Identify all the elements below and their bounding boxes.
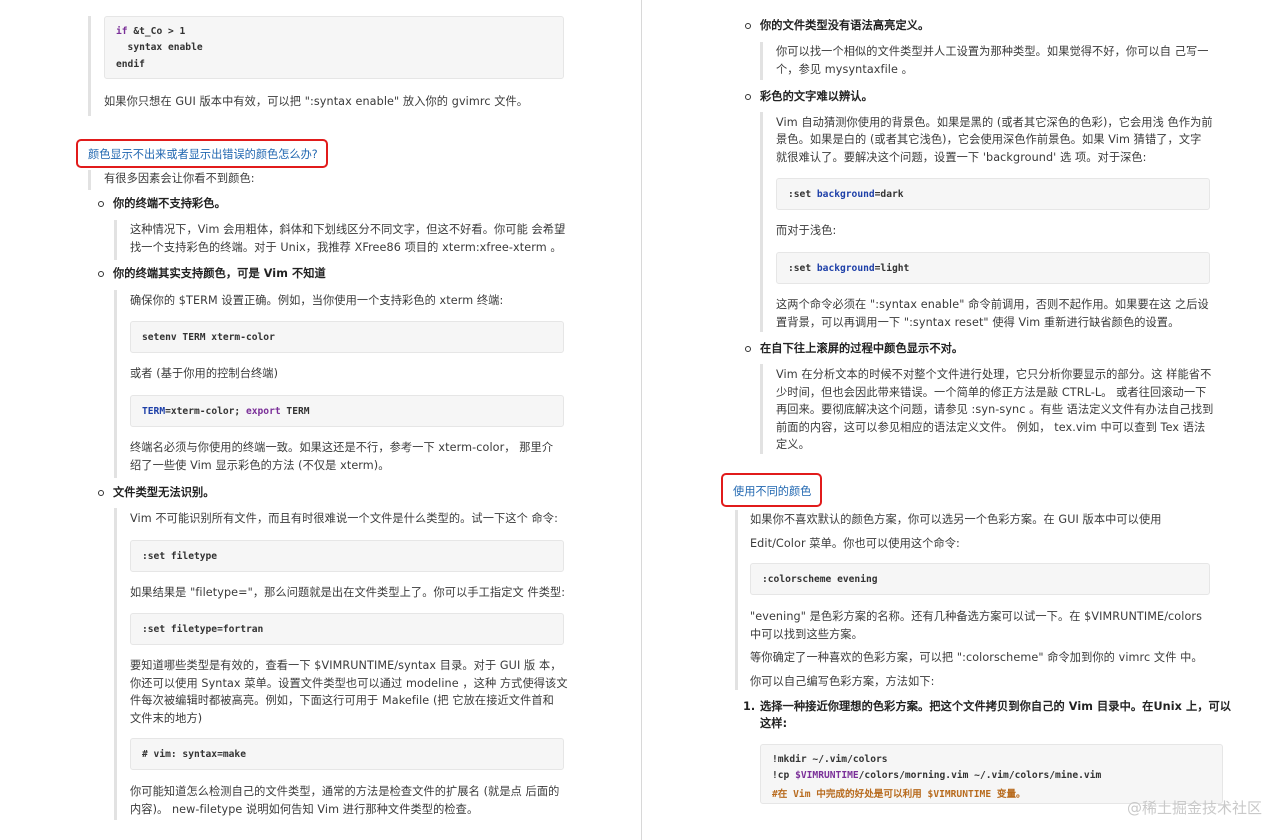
blockquote-bar [760,364,763,454]
code-block-copy-colors: !mkdir ~/.vim/colors !cp $VIMRUNTIME/col… [760,744,1223,804]
text-line: 少时间，但也会因此带来错误。一个简单的修正方法是敲 CTRL-L。 或者往回滚动… [776,386,1207,399]
section-heading-different-colors[interactable]: 使用不同的颜色 [721,473,822,507]
text-line: 你可以自己编写色彩方案，方法如下: [750,675,935,688]
blockquote-bar [114,508,117,820]
blockquote-bar [114,220,117,260]
text-line: 内容)。 new-filetype 说明如何告知 Vim 进行那种文件类型的检查… [130,803,479,816]
text-line: 你可能知道怎么检测自己的文件类型，通常的方法是检查文件的扩展名 (就是点 后面的 [130,785,560,798]
code-token: $VIMRUNTIME [795,770,859,781]
code-block-setenv: setenv TERM xterm-color [130,321,564,353]
text-line: 你还可以使用 Syntax 菜单。设置文件类型也可以通过 modeline ，这… [130,677,568,690]
bullet-marker [98,201,104,207]
text-line: 如果结果是 "filetype="，那么问题就是出在文件类型上了。你可以手工指定… [130,586,566,599]
code-line: :colorscheme evening [762,574,878,585]
text-line: Vim 自动猜测你使用的背景色。如果是黑的 (或者其它深色的色彩)，它会用浅 色… [776,116,1213,129]
bullet-marker [98,271,104,277]
code-token: !cp [772,770,796,781]
code-line: syntax enable [116,42,203,53]
heading-text[interactable]: 颜色显示不出来或者显示出错误的颜色怎么办? [88,146,318,162]
code-token: &t_Co > 1 [133,26,186,37]
bullet-title-filetype: 文件类型无法识别。 [113,486,215,499]
text-line: 确保你的 $TERM 设置正确。例如，当你使用一个支持彩色的 xterm 终端: [130,294,504,307]
bullet-title-hard-to-read: 彩色的文字难以辨认。 [760,90,873,103]
code-block-bg-dark: :set background=dark [776,178,1210,210]
code-token: =xterm-color; [165,406,246,417]
code-line: :set filetype [142,551,218,562]
text-line: 定义。 [776,438,810,451]
code-line: setenv TERM xterm-color [142,332,275,343]
blockquote-bar [760,42,763,80]
bullet-marker [98,490,104,496]
bullet-title-no-color: 你的终端不支持彩色。 [113,197,226,210]
code-token: background [816,263,875,274]
code-block-fortran: :set filetype=fortran [130,613,564,645]
blockquote-bar [114,290,117,478]
code-token: :set [788,189,817,200]
text-line: 找一个支持彩色的终端。对于 Unix，我推荐 XFree86 项目的 xterm… [130,241,562,254]
code-block-syntax-enable: if &t_Co > 1 syntax enable endif [104,16,564,79]
bullet-title-scroll: 在自下往上滚屏的过程中颜色显示不对。 [760,342,964,355]
text-line: 前面的内容，这可以参见相应的语法定义文件。 例如， tex.vim 中可以查到 … [776,421,1206,434]
text-line: 这两个命令必须在 ":syntax enable" 命令前调用，否则不起作用。如… [776,298,1209,311]
bullet-marker [745,23,751,29]
blockquote-bar [88,170,91,190]
text-line: 而对于浅色: [776,224,837,237]
code-token: /colors/morning.vim ~/.vim/colors/mine.v… [858,770,1102,781]
code-token: =dark [874,189,904,200]
text-line: Edit/Color 菜单。你也可以使用这个命令: [750,537,960,550]
text-line: 景色。如果是白的 (或者其它浅色)，它会使用深色作前景色。如果 Vim 猜错了，… [776,133,1202,146]
list-number: 1. [743,700,756,713]
code-block-set-filetype: :set filetype [130,540,564,572]
text-line: 件每次被编辑时都被高亮。例如，下面这行可用于 Makefile (把 它放在接近… [130,694,554,707]
text-line: Vim 不可能识别所有文件，而且有时很难说一个文件是什么类型的。试一下这个 命令… [130,512,558,525]
text-line: 文件末的地方) [130,712,203,725]
code-block-colorscheme: :colorscheme evening [750,563,1210,595]
code-comment: #在 Vim 中完成的好处是可以利用 $VIMRUNTIME 变量。 [772,789,1026,800]
text-line: 等你确定了一种喜欢的色彩方案，可以把 ":colorscheme" 命令加到你的… [750,651,1203,664]
heading-text[interactable]: 使用不同的颜色 [733,483,811,499]
code-token: =light [874,263,910,274]
code-token: background [816,189,875,200]
bullet-marker [745,94,751,100]
code-token: export [245,406,281,417]
bullet-marker [745,346,751,352]
blockquote-bar [88,16,91,116]
text-line: 绍了一些使 Vim 显示彩色的方法 (不仅是 xterm)。 [130,459,390,472]
text-line: 你可以找一个相似的文件类型并人工设置为那种类型。如果觉得不好，你可以自 己写一 [776,45,1209,58]
bullet-title-terminal: 你的终端其实支持颜色，可是 Vim 不知道 [113,267,326,280]
text-line: 中可以找到这些方案。 [750,628,863,641]
watermark-text: @稀土掘金技术社区 [1126,799,1262,817]
section-heading-colors[interactable]: 颜色显示不出来或者显示出错误的颜色怎么办? [76,139,328,168]
text-line: 再回来。要彻底解决这个问题，请参见 :syn-sync 。有些 语法定义文件有办… [776,403,1214,416]
paragraph-gui: 如果你只想在 GUI 版本中有效，可以把 ":syntax enable" 放入… [104,95,529,108]
text-line: 就很难认了。要解决这个问题，设置一下 'background' 选 项。对于深色… [776,151,1147,164]
blockquote-bar [735,510,738,690]
text-line: Vim 在分析文本的时候不对整个文件进行处理，它只分析你要显示的部分。这 样能省… [776,368,1212,381]
code-line: endif [116,59,145,70]
text-line: "evening" 是色彩方案的名称。还有几种备选方案可以试一下。在 $VIMR… [750,610,1203,623]
intro-text: 有很多因素会让你看不到颜色: [104,172,255,185]
code-token: :set [788,263,817,274]
page-divider [641,0,642,840]
text-line: 终端名必须与你使用的终端一致。如果这还是不行，参考一下 xterm-color，… [130,441,554,454]
code-token: TERM [142,406,166,417]
text-line: 这种情况下，Vim 会用粗体，斜体和下划线区分不同文字，但这不好看。你可能 会希… [130,223,566,236]
code-block-bg-light: :set background=light [776,252,1210,284]
list-item-text: 选择一种接近你理想的色彩方案。把这个文件拷贝到你自己的 Vim 目录中。在Uni… [760,700,1232,713]
text-line: 如果你不喜欢默认的颜色方案，你可以选另一个色彩方案。在 GUI 版本中可以使用 [750,513,1162,526]
text-line: 或者 (基于你用的控制台终端) [130,367,279,380]
text-line: 个，参见 mysyntaxfile 。 [776,63,913,76]
code-line: !mkdir ~/.vim/colors [772,754,888,765]
text-line: 置背景，可以再调用一下 ":syntax reset" 使得 Vim 重新进行缺… [776,316,1180,329]
code-block-modeline: # vim: syntax=make [130,738,564,770]
code-line: :set filetype=fortran [142,624,264,635]
code-block-term-export: TERM=xterm-color; export TERM [130,395,564,427]
code-token: TERM [280,406,310,417]
blockquote-bar [760,112,763,332]
bullet-title-no-syntax: 你的文件类型没有语法高亮定义。 [760,19,930,32]
text-line: 要知道哪些类型是有效的，查看一下 $VIMRUNTIME/syntax 目录。对… [130,659,562,672]
list-item-text: 这样: [760,717,788,730]
code-line: # vim: syntax=make [142,749,246,760]
